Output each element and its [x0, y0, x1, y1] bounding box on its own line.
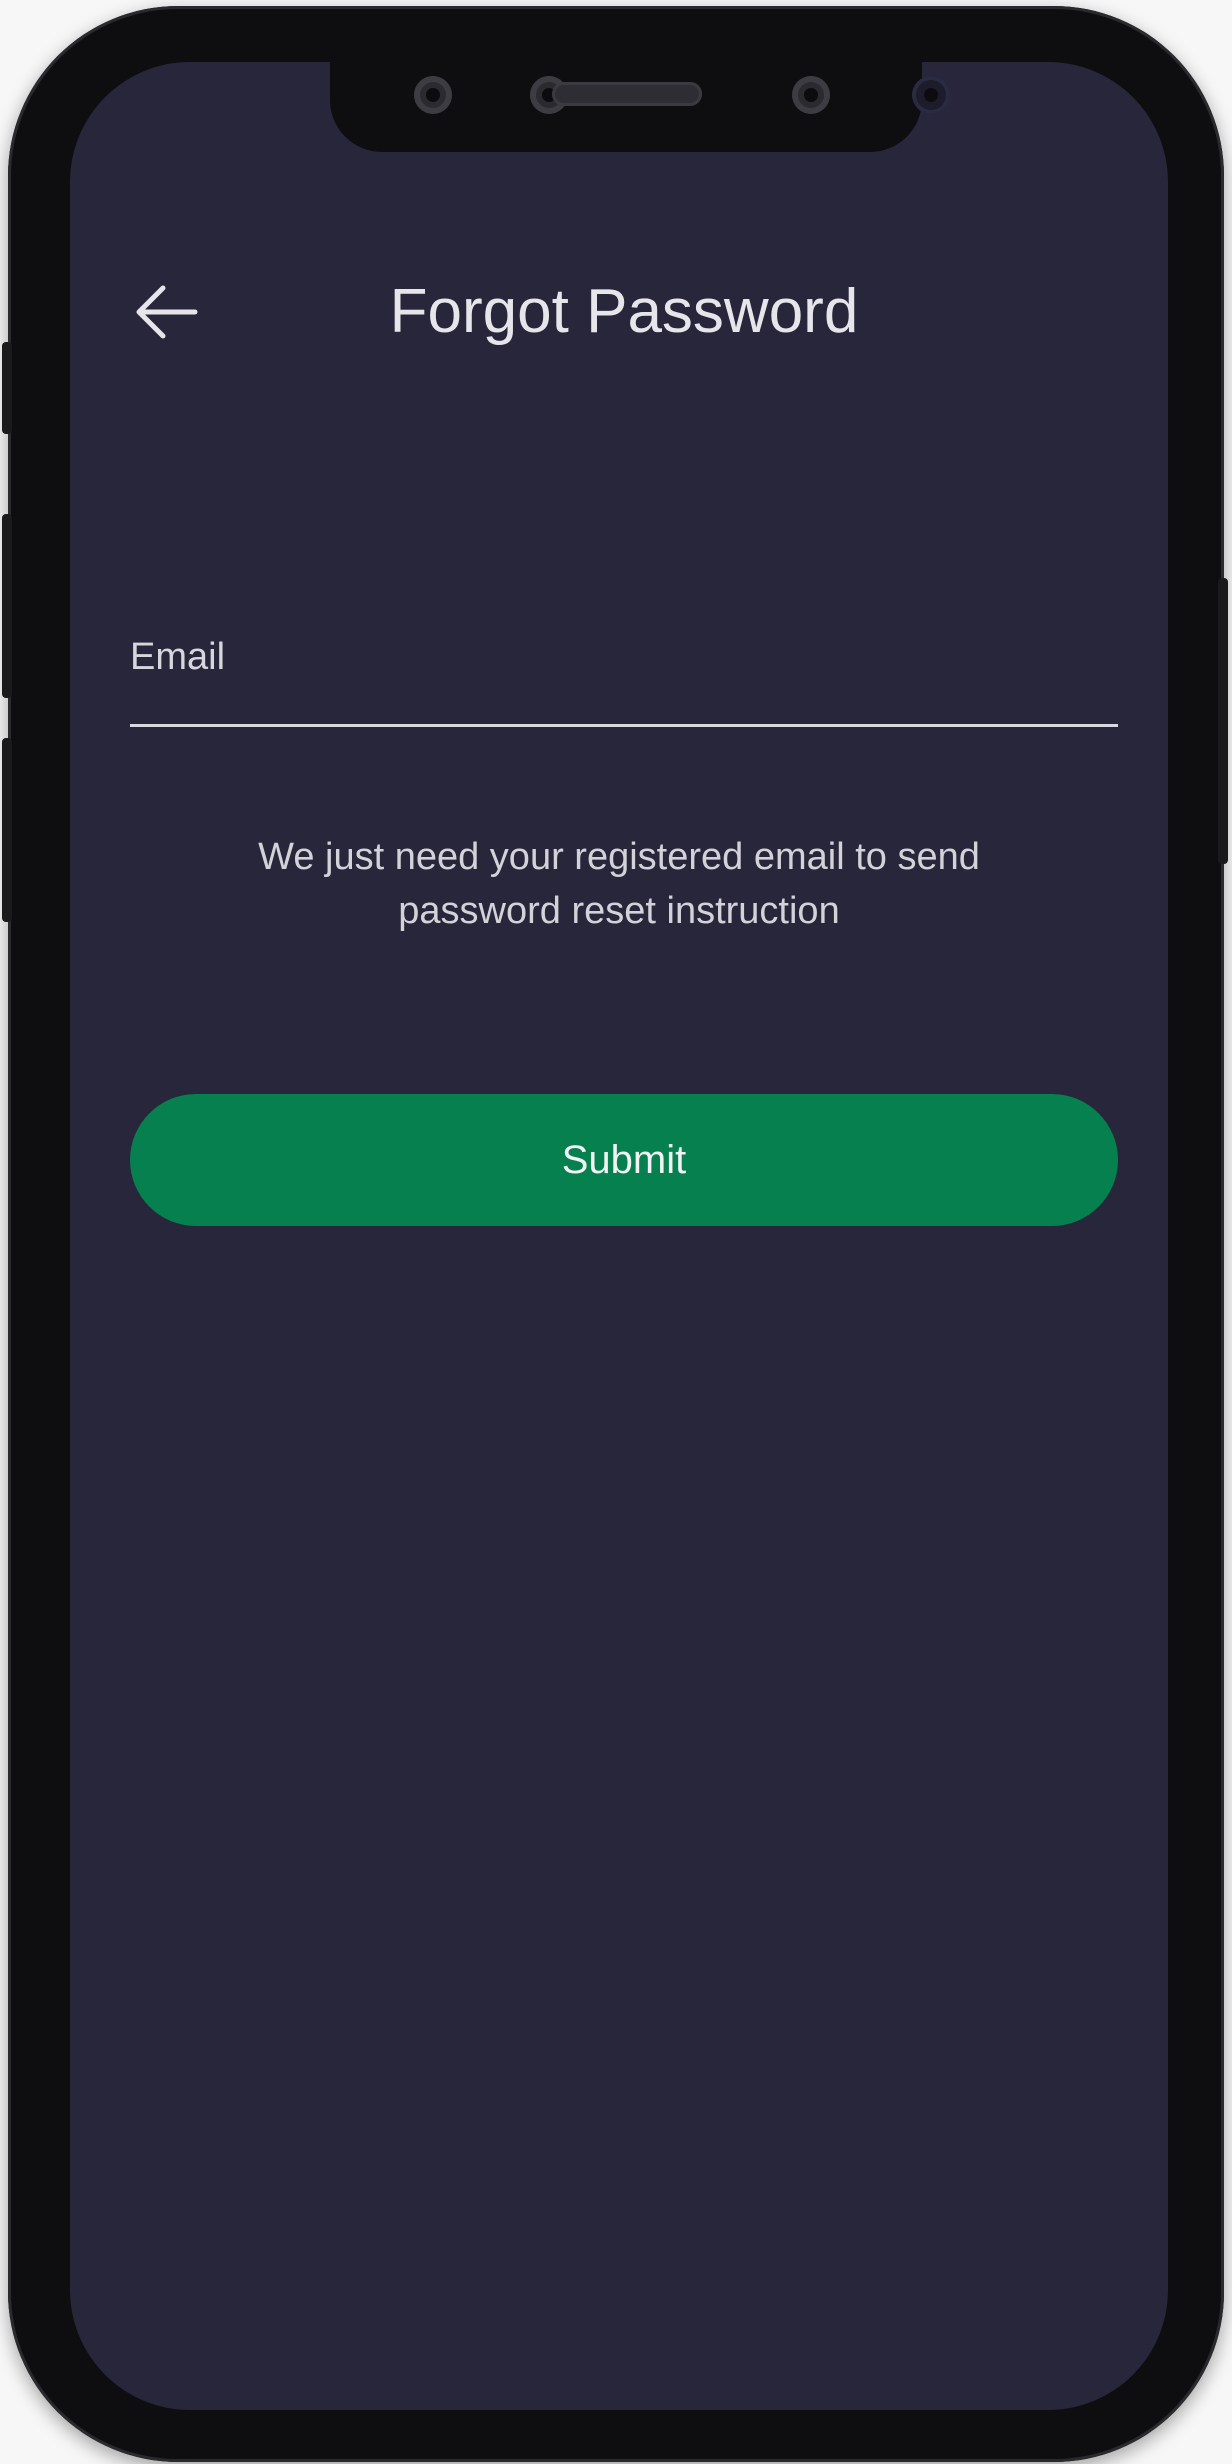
front-camera-icon — [792, 76, 830, 114]
mute-switch — [2, 342, 12, 434]
email-input[interactable] — [130, 616, 1118, 716]
submit-button[interactable]: Submit — [130, 1094, 1118, 1226]
sensor-icon — [414, 76, 452, 114]
helper-text: We just need your registered email to se… — [258, 836, 980, 932]
arrow-left-icon — [136, 285, 198, 339]
app-screen: Forgot Password Email We just need your … — [70, 62, 1168, 2410]
proximity-sensor-icon — [912, 76, 950, 114]
volume-down-button — [2, 738, 12, 922]
email-field[interactable]: Email — [130, 576, 1118, 728]
app-header: Forgot Password — [70, 262, 1168, 362]
back-button[interactable] — [126, 272, 206, 352]
notch — [330, 62, 950, 152]
phone-frame: Forgot Password Email We just need your … — [2, 6, 1228, 2462]
email-underline — [130, 724, 1118, 727]
speaker-grille — [552, 82, 702, 106]
volume-up-button — [2, 514, 12, 698]
page-title: Forgot Password — [389, 277, 859, 346]
power-button — [1218, 578, 1228, 864]
